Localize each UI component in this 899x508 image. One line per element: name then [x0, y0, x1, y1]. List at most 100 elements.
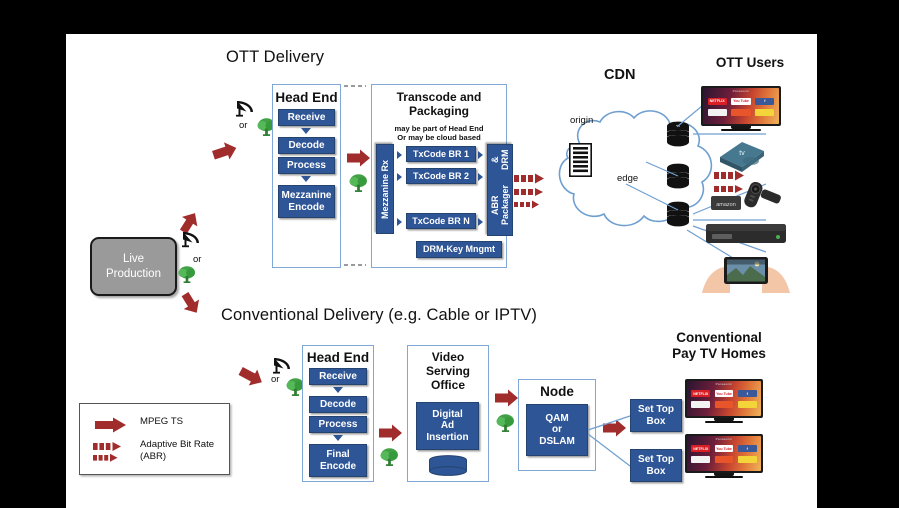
tv-tile-4 — [707, 108, 727, 116]
origin-server-icon — [569, 143, 592, 182]
ladder-out-arrow-3 — [478, 218, 483, 226]
mezzanine-rx-box[interactable]: Mezzanine Rx — [376, 144, 394, 234]
transcode-sub-line1: may be part of Head End — [394, 124, 484, 133]
ott-step-receive[interactable]: Receive — [278, 109, 335, 126]
transcode-subtitle: may be part of Head End Or may be cloud … — [371, 124, 507, 143]
mpeg-arrow-into-conventional-headend — [238, 366, 264, 388]
cdn-title: CDN — [604, 67, 636, 83]
digital-ad-insertion-box[interactable]: Digital Ad Insertion — [416, 402, 479, 450]
svg-text:⌁: ⌁ — [676, 123, 680, 130]
ott-mezz-line1: Mezzanine — [281, 190, 332, 202]
home-tv-1: Panasonic NETFLIX You Tube f — [685, 379, 763, 425]
home-tv-2-tile-5 — [714, 455, 734, 463]
live-production-line2: Production — [106, 267, 161, 280]
home-tv-2: Panasonic NETFLIX You Tube f — [685, 434, 763, 480]
svg-text:tv: tv — [739, 150, 745, 157]
homes-title-line2: Pay TV Homes — [672, 346, 766, 362]
conventional-delivery-title: Conventional Delivery (e.g. Cable or IPT… — [221, 306, 537, 324]
tv-tile-6 — [755, 108, 775, 116]
ott-step-mezzanine-encode[interactable]: Mezzanine Encode — [278, 185, 335, 218]
abr-packager-line1: ABR Packager — [489, 184, 510, 225]
qam-dslam-box[interactable]: QAM or DSLAM — [526, 404, 588, 456]
ladder-in-arrow-1 — [397, 151, 402, 159]
home-tv-2-tile-youtube: You Tube — [714, 445, 734, 453]
qam-line3: DSLAM — [539, 435, 575, 447]
transcode-title-line1: Transcode and — [396, 90, 482, 104]
set-top-box-2[interactable]: Set Top Box — [630, 449, 682, 482]
transcode-title-line2: Packaging — [408, 104, 470, 119]
home-tv-1-tile-5 — [714, 400, 734, 408]
connector-triangle-1 — [301, 128, 311, 134]
home-tv-1-tile-6 — [737, 400, 757, 408]
txcode-br-n[interactable]: TxCode BR N — [406, 213, 476, 229]
home-tv-1-tile-netflix: NETFLIX — [691, 390, 711, 398]
legend-abr-arrow-icon — [93, 442, 129, 473]
home-tv-2-tile-netflix: NETFLIX — [691, 445, 711, 453]
home-tv-2-brand: Panasonic — [715, 437, 733, 441]
tree-icon-transcode — [348, 172, 369, 198]
tree-icon-node — [495, 412, 516, 438]
ott-device-apple-tv: tv — [714, 139, 772, 180]
qam-line1: QAM — [545, 413, 569, 425]
legend-abr-label: Adaptive Bit Rate (ABR) — [140, 439, 226, 463]
mpeg-arrow-headend-to-transcode — [346, 149, 371, 167]
ott-step-decode[interactable]: Decode — [278, 137, 335, 154]
edge-server-icon-2 — [663, 162, 693, 197]
conv-step-process[interactable]: Process — [309, 416, 367, 433]
dai-line1: Digital — [432, 409, 463, 421]
ladder-out-arrow-1 — [478, 151, 483, 159]
conv-final-line1: Final — [326, 449, 350, 461]
or-label-ott: or — [239, 120, 248, 131]
live-production-block: Live Production — [90, 237, 177, 296]
set-top-box-1[interactable]: Set Top Box — [630, 399, 682, 432]
txcode-br-1[interactable]: TxCode BR 1 — [406, 146, 476, 162]
legend-box: MPEG TS Adaptive Bit Rate (ABR) — [79, 403, 230, 475]
dai-line3: Insertion — [426, 431, 469, 443]
legend-mpeg-arrow-icon — [94, 417, 127, 438]
svg-text:amazon: amazon — [716, 202, 736, 208]
home-tv-1-tile-youtube: You Tube — [714, 390, 734, 398]
conv-step-decode[interactable]: Decode — [309, 396, 367, 413]
ott-device-fire-tv-stick: amazon — [711, 181, 783, 219]
live-production-line1: Live — [122, 253, 145, 266]
conv-step-receive[interactable]: Receive — [309, 368, 367, 385]
mpeg-arrow-headend-to-vso — [378, 424, 403, 442]
conv-step-final-encode[interactable]: Final Encode — [309, 444, 367, 477]
conv-connector-triangle-2 — [333, 435, 343, 441]
mpeg-arrow-node-to-stb — [602, 419, 627, 437]
conv-final-line2: Encode — [319, 460, 357, 472]
transcode-title: Transcode and Packaging — [371, 90, 507, 118]
stb1-line2: Box — [646, 415, 666, 427]
dai-line2: Ad — [440, 420, 455, 432]
pay-tv-homes-title: Conventional Pay TV Homes — [644, 330, 794, 362]
stb2-line2: Box — [646, 465, 666, 477]
tv-brand-label: Panasonic — [732, 89, 750, 93]
vso-title-line3: Office — [430, 378, 465, 393]
edge-server-icon-1: ⌁ — [663, 120, 693, 155]
tree-icon-live — [177, 264, 197, 289]
ladder-in-arrow-3 — [397, 218, 402, 226]
ott-device-smartphone — [700, 249, 792, 300]
cdn-origin-label: origin — [570, 115, 594, 126]
home-tv-2-tile-4 — [691, 455, 711, 463]
abr-packager-line2: & DRM — [489, 149, 510, 170]
vso-title-line2: Serving — [425, 364, 470, 379]
ott-mezz-line2: Encode — [288, 201, 325, 213]
home-tv-2-tile-6 — [737, 455, 757, 463]
mpeg-arrow-into-ott-headend — [212, 142, 238, 162]
vso-title-line1: Video — [431, 350, 465, 364]
txcode-br-2[interactable]: TxCode BR 2 — [406, 168, 476, 184]
vso-storage-cylinder-icon — [428, 455, 468, 482]
abr-packager-drm-box[interactable]: ABR Packager & DRM — [487, 144, 513, 236]
ott-delivery-title: OTT Delivery — [226, 48, 325, 66]
node-title: Node — [540, 384, 574, 399]
or-label-conventional: or — [271, 374, 280, 385]
legend-abr-line2: (ABR) — [140, 450, 167, 462]
transcode-sub-line2: Or may be cloud based — [397, 133, 481, 143]
diagram-canvas: OTT Delivery Conventional Delivery (e.g.… — [0, 0, 899, 508]
cdn-edge-label: edge — [617, 173, 639, 184]
drm-key-mngmt-box[interactable]: DRM-Key Mngmt — [416, 241, 502, 258]
edge-server-icon-3 — [663, 200, 693, 235]
home-tv-1-brand: Panasonic — [715, 382, 733, 386]
ott-step-process[interactable]: Process — [278, 157, 335, 174]
